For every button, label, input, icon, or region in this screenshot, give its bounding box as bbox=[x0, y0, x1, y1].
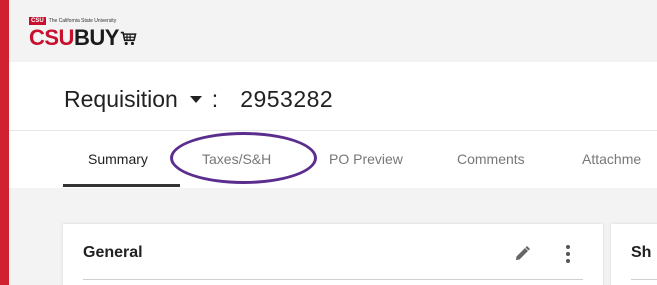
title-separator: : bbox=[211, 86, 219, 112]
chevron-down-icon[interactable] bbox=[189, 96, 202, 103]
active-tab-indicator bbox=[63, 184, 180, 187]
csubuy-logo[interactable]: CSU The California State University CSU … bbox=[29, 16, 137, 52]
logo-tagline: The California State University bbox=[48, 17, 117, 24]
tab-attachments[interactable]: Attachme bbox=[582, 151, 641, 167]
card-title: General bbox=[83, 244, 143, 261]
card-divider bbox=[631, 279, 657, 280]
general-card: General bbox=[63, 224, 603, 285]
card-title: Sh bbox=[631, 244, 652, 261]
tab-comments[interactable]: Comments bbox=[457, 151, 525, 167]
logo-csu-text: CSU bbox=[29, 25, 74, 50]
app-header: CSU The California State University CSU … bbox=[9, 0, 657, 60]
shopping-cart-icon bbox=[120, 31, 137, 45]
requisition-page: CSU The California State University CSU … bbox=[0, 0, 657, 285]
kebab-menu-icon[interactable] bbox=[565, 244, 571, 264]
requisition-number: 2953282 bbox=[240, 86, 334, 112]
tab-summary[interactable]: Summary bbox=[88, 151, 148, 167]
doc-type-label: Requisition bbox=[64, 86, 178, 112]
page-title: Requisition : 2953282 bbox=[64, 86, 333, 113]
pencil-icon[interactable] bbox=[513, 245, 531, 263]
left-accent-bar bbox=[0, 0, 9, 285]
card-divider bbox=[83, 279, 583, 280]
document-header: Requisition : 2953282 bbox=[9, 62, 657, 130]
shipping-card: Sh bbox=[611, 224, 657, 285]
tab-bar: Summary Taxes/S&H PO Preview Comments At… bbox=[9, 130, 657, 188]
csu-badge: CSU bbox=[29, 16, 46, 25]
tab-po-preview[interactable]: PO Preview bbox=[329, 151, 403, 167]
logo-buy-text: BUY bbox=[73, 25, 119, 50]
highlight-annotation-circle bbox=[170, 132, 317, 184]
